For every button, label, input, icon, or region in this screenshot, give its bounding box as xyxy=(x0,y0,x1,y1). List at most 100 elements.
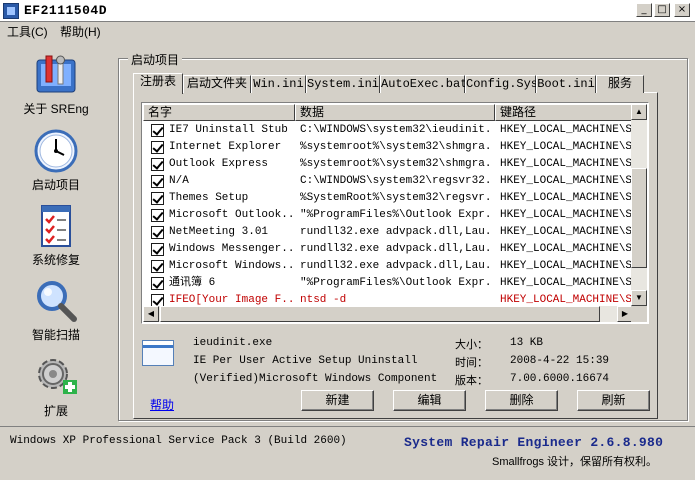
scrollbar-corner xyxy=(631,306,647,322)
detail-company: (Verified)Microsoft Windows Component xyxy=(193,373,438,385)
row-checkbox[interactable] xyxy=(151,158,164,171)
row-key-path: HKEY_LOCAL_MACHINE\SOF xyxy=(500,141,634,153)
table-row[interactable]: NetMeeting 3.01 rundll32.exe advpack.dll,… xyxy=(143,224,634,241)
row-key-path: HKEY_LOCAL_MACHINE\SOF xyxy=(500,158,634,170)
row-data: "%ProgramFiles%\Outlook Expr... xyxy=(300,209,490,221)
time-value: 2008-4-22 15:39 xyxy=(510,355,610,367)
minimize-button[interactable]: _ xyxy=(636,3,652,17)
row-key-path: HKEY_LOCAL_MACHINE\SOF xyxy=(500,209,634,221)
delete-button[interactable]: 删除 xyxy=(485,390,558,411)
startup-list[interactable]: 名字 数据 键路径 IE7 Uninstall Stub C:\WINDOWS\s… xyxy=(141,102,649,324)
menu-help[interactable]: 帮助(H) xyxy=(60,23,101,40)
row-data: C:\WINDOWS\system32\regsvr32... xyxy=(300,175,490,187)
row-name: NetMeeting 3.01 xyxy=(169,226,269,238)
row-data: %systemroot%\system32\shmgra... xyxy=(300,141,490,153)
row-checkbox[interactable] xyxy=(151,226,164,239)
tab-autoexec[interactable]: AutoExec.bat xyxy=(380,75,467,93)
nav-startup-label: 启动项目 xyxy=(31,178,80,192)
table-row[interactable]: Windows Messenger... rundll32.exe advpack… xyxy=(143,241,634,258)
menu-tools[interactable]: 工具(C) xyxy=(7,23,48,40)
nav-startup[interactable]: 启动项目 xyxy=(8,128,104,193)
os-version: Windows XP Professional Service Pack 3 (… xyxy=(10,435,347,447)
status-divider xyxy=(0,426,695,427)
list-header: 名字 数据 键路径 xyxy=(143,104,634,121)
nav-repair-label: 系统修复 xyxy=(31,253,80,267)
nav-scan[interactable]: 智能扫描 xyxy=(8,278,104,343)
table-row[interactable]: Internet Explorer %systemroot%\system32\s… xyxy=(143,139,634,156)
row-checkbox[interactable] xyxy=(151,192,164,205)
row-key-path: HKEY_LOCAL_MACHINE\SOF xyxy=(500,175,634,187)
vertical-scrollbar[interactable]: ▲ ▼ xyxy=(631,104,647,306)
toolbox-icon xyxy=(33,52,79,98)
refresh-button[interactable]: 刷新 xyxy=(577,390,650,411)
edit-button[interactable]: 编辑 xyxy=(393,390,466,411)
nav-about-label: 关于 SREng xyxy=(23,102,89,116)
row-name: IE7 Uninstall Stub xyxy=(169,124,288,136)
size-value: 13 KB xyxy=(510,337,544,349)
table-row[interactable]: N/A C:\WINDOWS\system32\regsvr32... HKEY_L… xyxy=(143,173,634,190)
horizontal-scroll-thumb[interactable] xyxy=(160,306,600,322)
row-data: rundll32.exe advpack.dll,Lau... xyxy=(300,226,490,238)
table-row[interactable]: Microsoft Outlook... "%ProgramFiles%\Outl… xyxy=(143,207,634,224)
row-name: Microsoft Outlook... xyxy=(169,209,293,221)
row-name: Outlook Express xyxy=(169,158,269,170)
row-data: "%ProgramFiles%\Outlook Expr... xyxy=(300,277,490,289)
nav-about[interactable]: 关于 SREng xyxy=(8,52,104,117)
row-checkbox[interactable] xyxy=(151,209,164,222)
table-row[interactable]: Microsoft Windows... rundll32.exe advpack… xyxy=(143,258,634,275)
row-name: N/A xyxy=(169,175,189,187)
horizontal-scrollbar[interactable]: ◀ ▶ xyxy=(143,306,633,322)
row-data: %systemroot%\system32\shmgra... xyxy=(300,158,490,170)
tab-boot-ini[interactable]: Boot.ini xyxy=(536,75,596,93)
row-checkbox[interactable] xyxy=(151,243,164,256)
column-name[interactable]: 名字 xyxy=(143,104,295,121)
row-key-path: HKEY_LOCAL_MACHINE\SOF xyxy=(500,192,634,204)
window-title: EF2111504D xyxy=(24,3,108,18)
row-name: 通讯簿 6 xyxy=(169,277,216,289)
table-row[interactable]: IE7 Uninstall Stub C:\WINDOWS\system32\ie… xyxy=(143,122,634,139)
group-title: 启动项目 xyxy=(128,51,183,68)
row-key-path: HKEY_LOCAL_MACHINE\SOF xyxy=(500,260,634,272)
row-name: Internet Explorer xyxy=(169,141,282,153)
row-checkbox[interactable] xyxy=(151,175,164,188)
maximize-button[interactable]: □ xyxy=(654,3,670,17)
scroll-up-button[interactable]: ▲ xyxy=(631,104,647,120)
version-label: 版本： xyxy=(455,375,488,387)
row-data: rundll32.exe advpack.dll,Lau... xyxy=(300,260,490,272)
column-data[interactable]: 数据 xyxy=(295,104,495,121)
detail-description: IE Per User Active Setup Uninstall xyxy=(193,355,418,367)
nav-repair[interactable]: 系统修复 xyxy=(8,203,104,268)
help-link[interactable]: 帮助 xyxy=(150,396,174,413)
tab-startup-folder[interactable]: 启动文件夹 xyxy=(183,75,251,93)
magnifier-icon xyxy=(33,278,79,324)
row-checkbox[interactable] xyxy=(151,124,164,137)
table-row[interactable]: Outlook Express %systemroot%\system32\shm… xyxy=(143,156,634,173)
row-checkbox[interactable] xyxy=(151,277,164,290)
checklist-icon xyxy=(33,203,79,249)
row-data: rundll32.exe advpack.dll,Lau... xyxy=(300,243,490,255)
vertical-scroll-thumb[interactable] xyxy=(631,168,647,268)
nav-extend[interactable]: 扩展 xyxy=(8,354,104,419)
new-button[interactable]: 新建 xyxy=(301,390,374,411)
tab-services[interactable]: 服务 xyxy=(596,75,644,93)
time-label: 时间： xyxy=(455,357,488,369)
column-key-path[interactable]: 键路径 xyxy=(495,104,634,121)
nav-scan-label: 智能扫描 xyxy=(31,328,80,342)
tab-registry[interactable]: 注册表 xyxy=(133,73,183,94)
row-key-path: HKEY_LOCAL_MACHINE\SOF xyxy=(500,243,634,255)
row-checkbox[interactable] xyxy=(151,260,164,273)
tab-win-ini[interactable]: Win.ini xyxy=(251,75,306,93)
detail-filename: ieudinit.exe xyxy=(193,337,273,349)
close-button[interactable]: × xyxy=(674,3,690,17)
menu-bar: 工具(C) 帮助(H) xyxy=(0,22,695,40)
row-checkbox[interactable] xyxy=(151,141,164,154)
row-name: Themes Setup xyxy=(169,192,249,204)
nav-extend-label: 扩展 xyxy=(43,404,68,418)
table-row[interactable]: Themes Setup %SystemRoot%\system32\regsvr… xyxy=(143,190,634,207)
tab-system-ini[interactable]: System.ini xyxy=(306,75,380,93)
scroll-down-button[interactable]: ▼ xyxy=(631,290,647,306)
tab-config-sys[interactable]: Config.Sys xyxy=(465,75,538,93)
table-row[interactable]: 通讯簿 6 "%ProgramFiles%\Outlook Expr... HKEY… xyxy=(143,275,634,292)
row-data: C:\WINDOWS\system32\ieudinit... xyxy=(300,124,490,136)
scroll-left-button[interactable]: ◀ xyxy=(143,306,159,322)
